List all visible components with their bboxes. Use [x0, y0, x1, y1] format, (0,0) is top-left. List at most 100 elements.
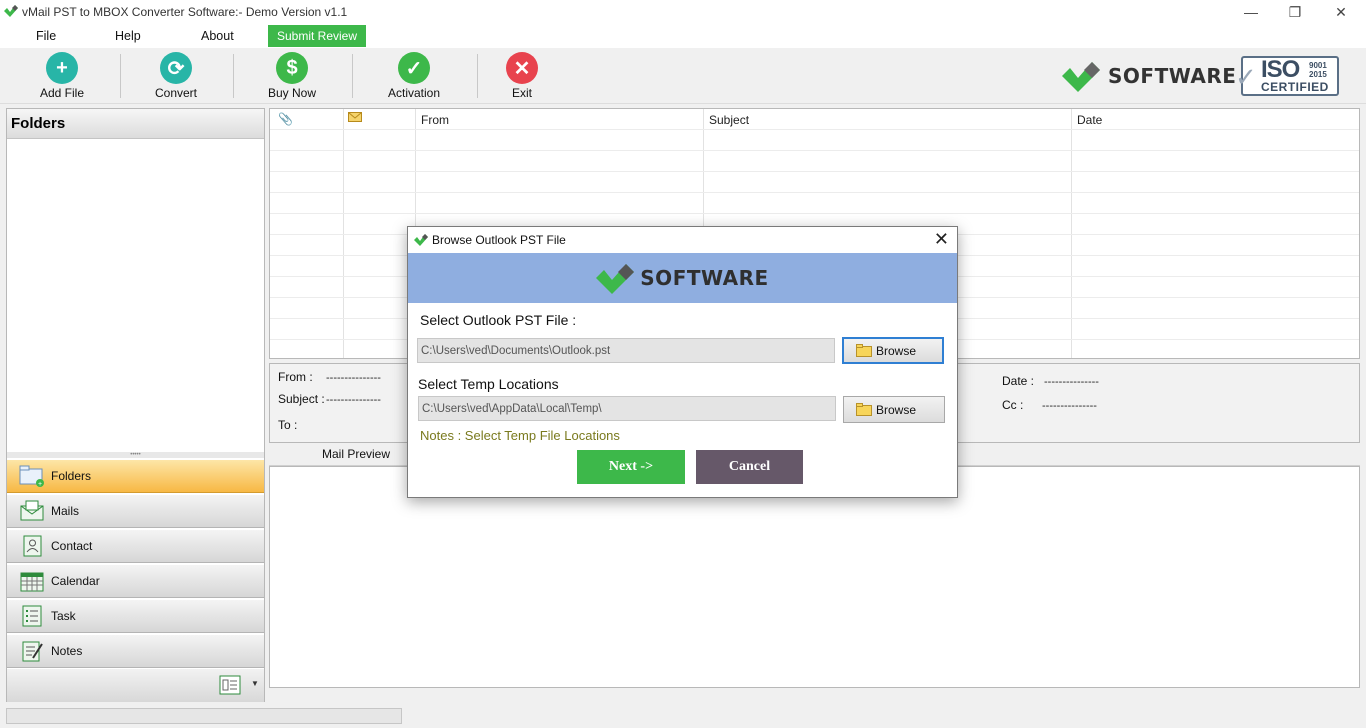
tab-mail-preview[interactable]: Mail Preview: [276, 445, 426, 465]
column-date-header[interactable]: Date: [1077, 113, 1102, 127]
menu-help[interactable]: Help: [115, 29, 141, 43]
cc-value: ---------------: [1042, 400, 1097, 412]
subject-value: ---------------: [326, 394, 381, 406]
splitter-grip[interactable]: •••••: [7, 452, 264, 458]
folders-header: Folders: [7, 109, 264, 139]
mail-preview-body: [269, 466, 1360, 688]
iso-certified-text: CERTIFIED: [1261, 80, 1329, 94]
folder-icon: [856, 344, 872, 357]
column-from-header[interactable]: From: [421, 113, 449, 127]
nav-task-label: Task: [51, 609, 76, 623]
calendar-icon: [19, 569, 45, 593]
nav-folders[interactable]: + Folders: [7, 459, 264, 493]
iso-num-2015: 2015: [1309, 70, 1327, 79]
check-icon: ✓: [398, 52, 430, 84]
iso-numbers: 9001 2015: [1309, 61, 1327, 79]
cancel-button[interactable]: Cancel: [696, 450, 803, 484]
nav-calendar-label: Calendar: [51, 574, 100, 588]
menu-about[interactable]: About: [201, 29, 234, 43]
nav-contact[interactable]: Contact: [7, 529, 264, 563]
dialog-logo-icon: [414, 234, 428, 246]
iso-check-icon: ✓: [1235, 62, 1257, 92]
nav-notes[interactable]: Notes: [7, 634, 264, 668]
dialog-title-bar: Browse Outlook PST File ✕: [408, 227, 957, 252]
date-label: Date :: [1002, 374, 1035, 388]
menu-file[interactable]: File: [36, 29, 56, 43]
nav-overflow-bar: ▼: [7, 669, 264, 702]
from-value: ---------------: [326, 372, 381, 384]
task-icon: [19, 604, 45, 628]
grid-row-line: [270, 150, 1359, 151]
app-logo-icon: [4, 5, 18, 17]
folders-panel: Folders ••••• + Folders Mails Contact Ca…: [6, 108, 265, 702]
from-label: From :: [278, 370, 313, 384]
toolbar-separator: [477, 54, 478, 98]
convert-label: Convert: [154, 86, 198, 100]
nav-calendar[interactable]: Calendar: [7, 564, 264, 598]
exit-button[interactable]: ✕ Exit: [482, 52, 562, 100]
close-window-button[interactable]: ✕: [1318, 0, 1364, 24]
pst-path-input[interactable]: [417, 338, 835, 363]
minimize-button[interactable]: —: [1228, 0, 1274, 24]
browse-temp-button[interactable]: Browse: [843, 396, 945, 423]
configure-buttons-icon[interactable]: [219, 675, 241, 698]
grid-row-line: [270, 192, 1359, 193]
buy-now-button[interactable]: $ Buy Now: [252, 52, 332, 100]
brand-mark-icon: [1062, 62, 1100, 92]
notes-icon: [19, 639, 45, 663]
nav-task[interactable]: Task: [7, 599, 264, 633]
nav-folders-label: Folders: [51, 469, 92, 483]
temp-location-label: Select Temp Locations: [418, 376, 559, 392]
dialog-brand-name: SOFTWARE: [640, 266, 769, 290]
browse-pst-dialog: Browse Outlook PST File ✕ SOFTWARE Selec…: [407, 226, 958, 498]
restore-button[interactable]: ❐: [1272, 0, 1318, 24]
nav-mails[interactable]: Mails: [7, 494, 264, 528]
activation-button[interactable]: ✓ Activation: [374, 52, 454, 100]
nav-notes-label: Notes: [51, 644, 83, 658]
attachment-icon[interactable]: 📎: [278, 112, 293, 126]
cc-label: Cc :: [1002, 398, 1024, 412]
dialog-title: Browse Outlook PST File: [432, 233, 566, 247]
date-value: ---------------: [1044, 376, 1099, 388]
next-button[interactable]: Next ->: [577, 450, 685, 484]
iso-certified-badge: ✓ ISO 9001 2015 CERTIFIED: [1235, 56, 1339, 96]
menu-bar: File Help About Submit Review: [0, 24, 1366, 48]
toolbar-separator: [120, 54, 121, 98]
nav-mails-label: Mails: [51, 504, 80, 518]
subject-label: Subject :: [278, 392, 325, 406]
browse-pst-button[interactable]: Browse: [842, 337, 944, 364]
mail-icon: [19, 499, 45, 523]
submit-review-button[interactable]: Submit Review: [268, 25, 366, 47]
toolbar-separator: [233, 54, 234, 98]
pst-file-label: Select Outlook PST File :: [420, 312, 577, 328]
brand-logo: SOFTWARE: [1062, 60, 1236, 92]
grid-row-line: [270, 129, 1359, 130]
nav-contact-label: Contact: [51, 539, 93, 553]
buy-now-label: Buy Now: [267, 86, 317, 100]
browse-pst-label: Browse: [876, 343, 917, 358]
convert-button[interactable]: ⟳ Convert: [136, 52, 216, 100]
notes-text: Notes : Select Temp File Locations: [420, 428, 620, 443]
add-file-label: Add File: [39, 86, 85, 100]
plus-icon: +: [46, 52, 78, 84]
envelope-icon[interactable]: [348, 111, 362, 125]
title-bar: vMail PST to MBOX Converter Software:- D…: [0, 0, 1366, 24]
dialog-banner: SOFTWARE: [408, 253, 957, 303]
add-file-button[interactable]: + Add File: [22, 52, 102, 100]
close-icon: ✕: [506, 52, 538, 84]
svg-text:+: +: [38, 481, 42, 487]
contact-icon: [19, 534, 45, 558]
dialog-brand-mark-icon: [596, 264, 635, 294]
folder-icon: [856, 403, 872, 416]
status-bar: [6, 708, 402, 724]
browse-temp-label: Browse: [876, 402, 917, 417]
folder-icon: +: [19, 464, 45, 488]
dropdown-arrow-icon[interactable]: ▼: [251, 679, 259, 688]
grid-row-line: [270, 213, 1359, 214]
dialog-close-icon[interactable]: ✕: [934, 229, 949, 250]
dollar-icon: $: [276, 52, 308, 84]
temp-path-input[interactable]: [418, 396, 836, 421]
iso-num-9001: 9001: [1309, 61, 1327, 70]
window-title: vMail PST to MBOX Converter Software:- D…: [22, 5, 348, 19]
column-subject-header[interactable]: Subject: [709, 113, 749, 127]
